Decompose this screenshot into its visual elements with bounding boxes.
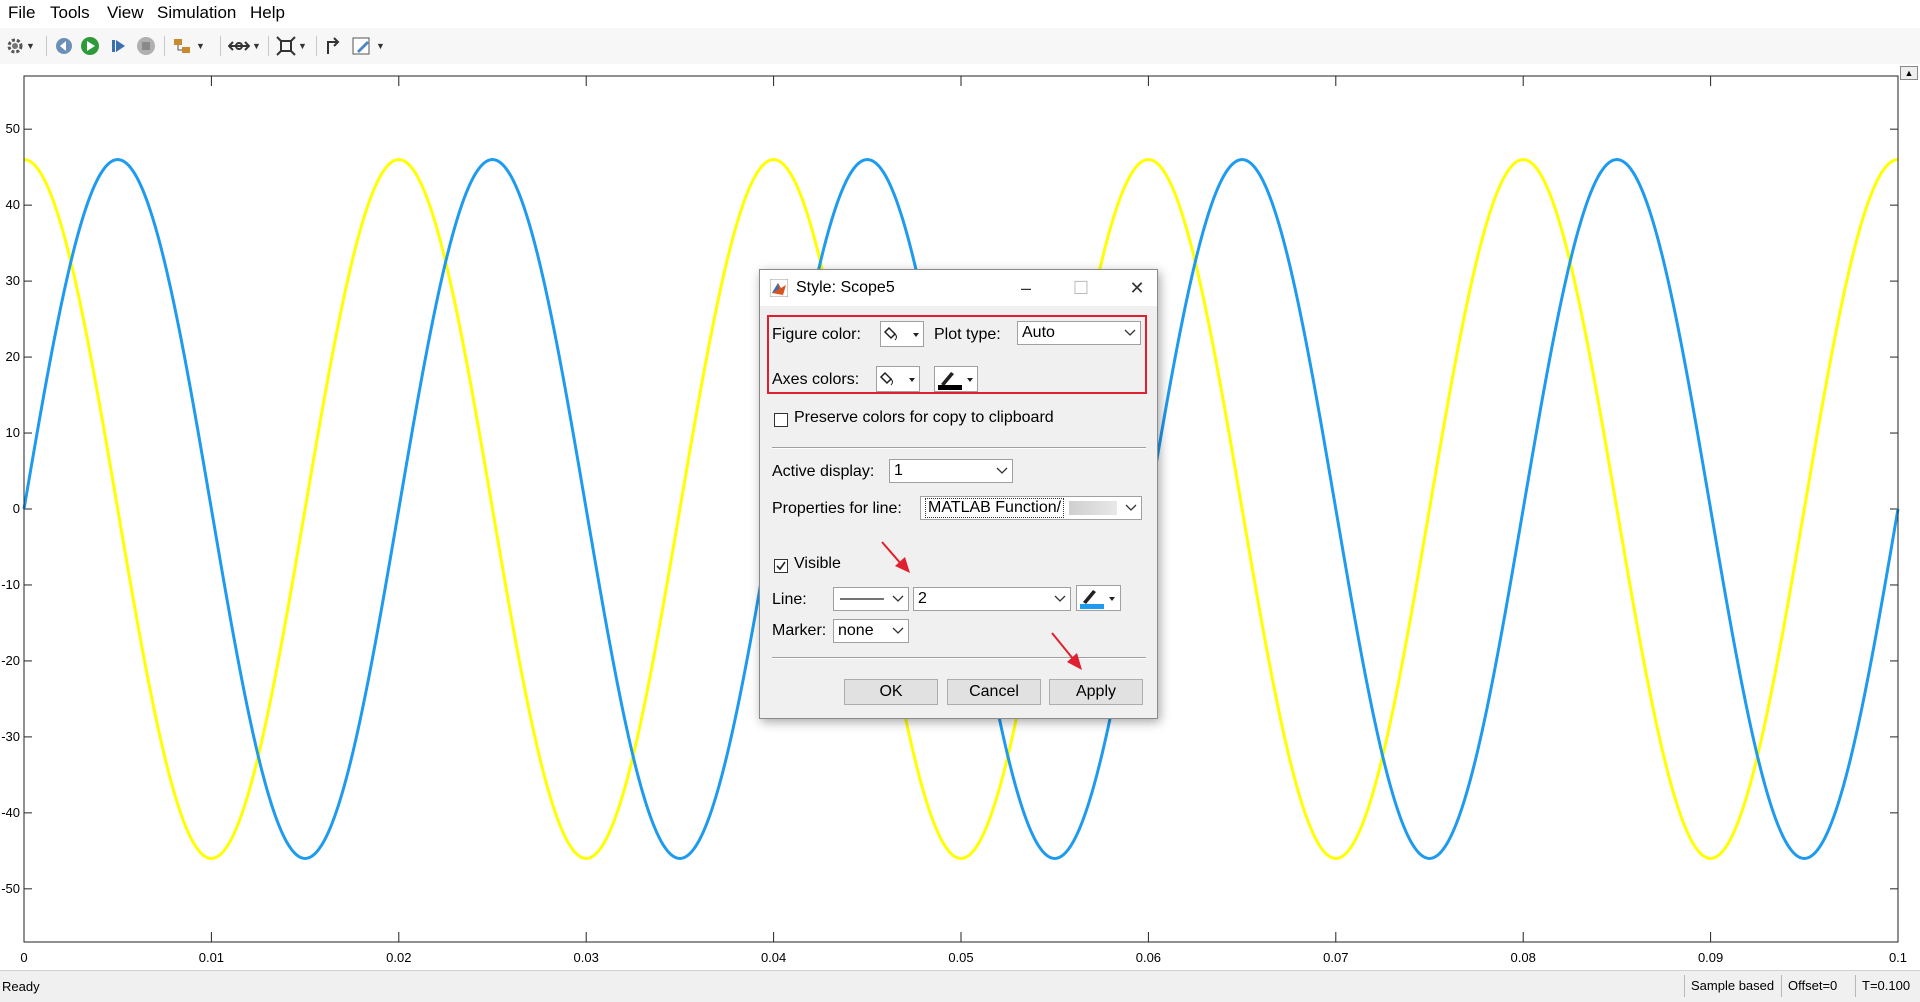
toolbar-separator	[164, 36, 165, 56]
figure-color-label: Figure color:	[772, 326, 861, 343]
matlab-logo-icon	[769, 278, 789, 302]
toolbar-separator	[316, 36, 317, 56]
line-width-select[interactable]: 2	[913, 587, 1071, 611]
x-tick-label: 0	[20, 950, 27, 965]
x-tick-label: 0.08	[1511, 950, 1536, 965]
chevron-down-icon	[996, 467, 1008, 474]
line-style-select[interactable]	[833, 587, 909, 611]
figure-color-button[interactable]	[880, 321, 924, 347]
chevron-down-icon	[892, 595, 904, 602]
line-width-value: 2	[918, 590, 927, 607]
toolbar-separator	[268, 36, 269, 56]
divider	[772, 447, 1146, 449]
y-tick-label: -10	[1, 577, 20, 592]
properties-line-select[interactable]: MATLAB Function/	[920, 496, 1142, 520]
properties-for-line-label: Properties for line:	[772, 500, 902, 517]
line-label: Line:	[772, 591, 807, 608]
x-tick-label: 0.1	[1889, 950, 1907, 965]
preserve-colors-label: Preserve colors for copy to clipboard	[794, 409, 1054, 426]
line-color-button[interactable]	[1076, 585, 1121, 611]
run-icon[interactable]	[80, 34, 100, 58]
axes-tick-color-button[interactable]	[934, 366, 978, 392]
chevron-down-icon	[892, 627, 904, 634]
autoscale-icon[interactable]: ▼	[276, 34, 307, 58]
visible-label: Visible	[794, 555, 841, 572]
y-tick-label: 40	[6, 197, 20, 212]
line-style-preview-icon	[840, 598, 884, 600]
menu-help[interactable]: Help	[248, 3, 287, 23]
status-ready-text: Ready	[2, 979, 40, 994]
dialog-title: Style: Scope5	[796, 279, 895, 296]
menu-simulation[interactable]: Simulation	[155, 3, 238, 23]
stop-icon[interactable]	[136, 34, 156, 58]
y-tick-label: 50	[6, 121, 20, 136]
blurred-text	[1068, 500, 1117, 515]
minimize-button[interactable]: –	[1011, 274, 1041, 302]
marker-label: Marker:	[772, 622, 827, 639]
menu-view[interactable]: View	[105, 3, 146, 23]
properties-line-value: MATLAB Function/	[925, 498, 1065, 518]
menu-file[interactable]: File	[6, 3, 37, 23]
y-tick-label: 0	[13, 501, 20, 516]
y-tick-label: 30	[6, 273, 20, 288]
plot-type-value: Auto	[1022, 324, 1055, 341]
style-pencil-icon[interactable]: ▼	[352, 34, 385, 58]
x-tick-label: 0.05	[948, 950, 973, 965]
x-tick-label: 0.04	[761, 950, 786, 965]
maximize-button[interactable]: ☐	[1066, 274, 1096, 302]
chevron-down-icon	[1125, 504, 1137, 511]
preserve-colors-checkbox[interactable]	[774, 413, 788, 427]
status-time: T=0.100	[1855, 975, 1920, 997]
axes-colors-label: Axes colors:	[772, 371, 860, 388]
axes-background-color-button[interactable]	[876, 366, 920, 392]
signal-select-icon[interactable]: ▼	[172, 34, 205, 58]
y-tick-label: 10	[6, 425, 20, 440]
plot-type-label: Plot type:	[934, 326, 1001, 343]
x-tick-label: 0.06	[1136, 950, 1161, 965]
undock-icon[interactable]: ▲	[1900, 66, 1918, 80]
toolbar: ▼ ▼ ▼ ▼ ▼	[0, 28, 1920, 65]
x-tick-label: 0.09	[1698, 950, 1723, 965]
y-tick-label: -30	[1, 729, 20, 744]
active-display-label: Active display:	[772, 463, 875, 480]
step-forward-icon[interactable]	[108, 34, 128, 58]
y-tick-label: -20	[1, 653, 20, 668]
marker-value: none	[838, 622, 874, 639]
style-dialog: Style: Scope5 – ☐ ✕ Figure color: Plot t…	[759, 269, 1158, 719]
chevron-down-icon	[1124, 329, 1136, 336]
chevron-down-icon	[1054, 595, 1066, 602]
cancel-button[interactable]: Cancel	[947, 679, 1041, 705]
ok-button[interactable]: OK	[844, 679, 938, 705]
dialog-title-bar[interactable]: Style: Scope5 – ☐ ✕	[760, 270, 1157, 306]
step-back-icon[interactable]	[54, 34, 74, 58]
status-sample-mode: Sample based	[1684, 975, 1791, 997]
toolbar-separator	[46, 36, 47, 56]
marker-select[interactable]: none	[833, 619, 909, 643]
highlight-block-icon[interactable]	[324, 34, 344, 58]
menu-tools[interactable]: Tools	[48, 3, 92, 23]
y-tick-label: 20	[6, 349, 20, 364]
x-tick-label: 0.02	[386, 950, 411, 965]
visible-checkbox[interactable]	[774, 559, 788, 573]
menu-bar: File Tools View Simulation Help	[0, 0, 1920, 28]
close-button[interactable]: ✕	[1122, 274, 1152, 302]
active-display-value: 1	[894, 462, 903, 479]
y-tick-label: -40	[1, 805, 20, 820]
x-tick-label: 0.01	[199, 950, 224, 965]
toolbar-separator	[220, 36, 221, 56]
zoom-icon[interactable]: ▼	[228, 34, 261, 58]
settings-gear-icon[interactable]: ▼	[6, 34, 35, 58]
x-tick-label: 0.07	[1323, 950, 1348, 965]
divider	[772, 657, 1146, 659]
y-tick-label: -50	[1, 881, 20, 896]
plot-type-select[interactable]: Auto	[1017, 321, 1141, 345]
active-display-select[interactable]: 1	[889, 459, 1013, 483]
checkmark-icon	[776, 561, 786, 571]
status-bar: Ready Sample based Offset=0 T=0.100	[0, 970, 1920, 1002]
x-tick-label: 0.03	[574, 950, 599, 965]
apply-button[interactable]: Apply	[1049, 679, 1143, 705]
status-offset: Offset=0	[1781, 975, 1852, 997]
